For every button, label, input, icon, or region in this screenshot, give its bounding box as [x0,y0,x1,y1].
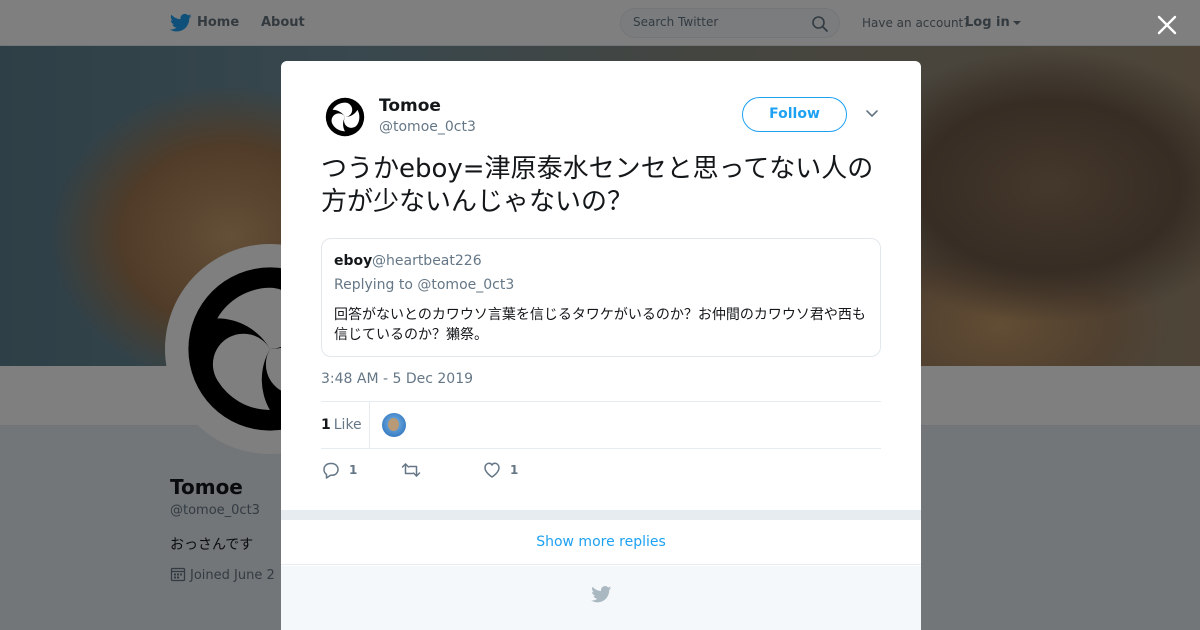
reply-icon[interactable] [321,460,341,480]
section-divider [281,510,921,520]
quoted-tweet-text: 回答がないとのカワウソ言葉を信じるタワケがいるのか？お仲間のカワウソ君や西も信じ… [334,307,866,343]
modal-footer [281,566,921,630]
tweet-timestamp[interactable]: 3:48 AM - 5 Dec 2019 [321,371,473,387]
heart-icon[interactable] [482,460,502,480]
tweet-modal: Tomoe @tomoe_0ct3 Follow つうかeboy=津原泰水センセ… [281,61,921,630]
reply-action[interactable]: 1 [321,459,357,481]
likes-row: 1 Like [321,401,881,449]
retweet-icon[interactable] [401,460,421,480]
tweet-text: つうかeboy=津原泰水センセと思ってない人の方が少ないんじゃないの？ [321,154,874,217]
show-more-replies-link[interactable]: Show more replies [281,520,921,565]
quoted-author-name: eboy [334,253,373,269]
quoted-replying-to: Replying to @tomoe_0ct3 [334,277,515,293]
quoted-tweet[interactable]: eboy @heartbeat226 Replying to @tomoe_0c… [321,238,881,357]
quoted-author-handle: @heartbeat226 [372,253,482,269]
author-name[interactable]: Tomoe [379,96,441,116]
author-avatar[interactable] [325,97,365,137]
reply-count: 1 [349,462,358,477]
chevron-down-icon[interactable] [865,108,879,120]
likes-label: Like [333,417,362,433]
like-action[interactable]: 1 [482,459,518,481]
author-handle[interactable]: @tomoe_0ct3 [379,119,476,135]
twitter-bird-icon [591,586,612,603]
divider [369,402,370,448]
likes-count: 1 [321,417,331,433]
follow-button[interactable]: Follow [742,97,847,132]
like-count: 1 [510,462,519,477]
liker-avatar[interactable] [382,413,406,437]
tweet-actions: 1 1 [321,459,881,481]
retweet-action[interactable] [401,459,429,481]
close-icon[interactable] [1154,12,1180,38]
likes-stat[interactable]: 1 Like [321,417,362,433]
